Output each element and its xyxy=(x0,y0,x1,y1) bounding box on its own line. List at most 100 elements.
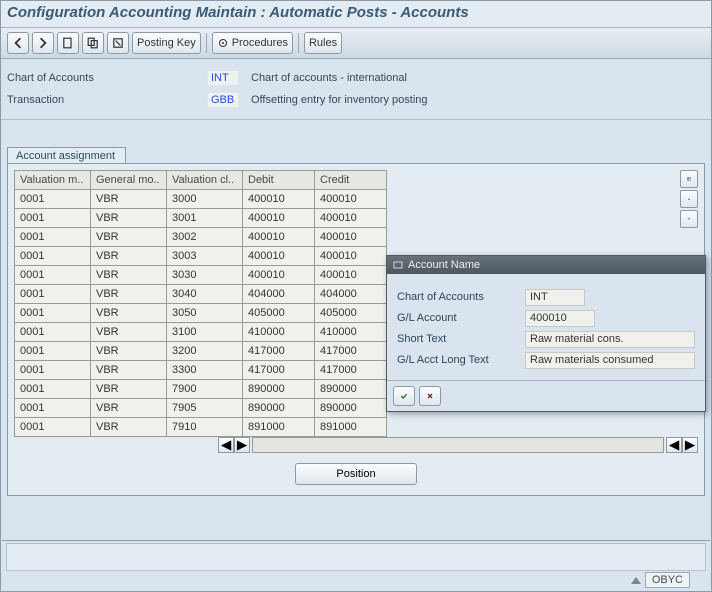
table-row[interactable]: 0001VBR3300417000417000 xyxy=(15,361,387,380)
scroll-right-end-button[interactable]: ▶ xyxy=(682,437,698,453)
cell[interactable]: 417000 xyxy=(315,342,387,361)
cell[interactable]: 0001 xyxy=(15,190,91,209)
cell[interactable]: 0001 xyxy=(15,247,91,266)
cell[interactable]: 3300 xyxy=(167,361,243,380)
cell[interactable]: VBR xyxy=(91,228,167,247)
cell[interactable]: 3100 xyxy=(167,323,243,342)
cell[interactable]: 410000 xyxy=(243,323,315,342)
cell[interactable]: 404000 xyxy=(315,285,387,304)
cell[interactable]: 3003 xyxy=(167,247,243,266)
cell[interactable]: 405000 xyxy=(243,304,315,323)
scroll-left-end-button[interactable]: ◀ xyxy=(666,437,682,453)
cell[interactable]: 400010 xyxy=(315,209,387,228)
cell[interactable]: 0001 xyxy=(15,418,91,437)
cell[interactable]: 417000 xyxy=(315,361,387,380)
cell[interactable]: 405000 xyxy=(315,304,387,323)
cell[interactable]: 400010 xyxy=(315,190,387,209)
cell[interactable]: VBR xyxy=(91,266,167,285)
cell[interactable]: 0001 xyxy=(15,304,91,323)
cell[interactable]: 0001 xyxy=(15,361,91,380)
table-row[interactable]: 0001VBR3100410000410000 xyxy=(15,323,387,342)
transaction-code[interactable]: GBB xyxy=(207,92,239,108)
table-row[interactable]: 0001VBR3000400010400010 xyxy=(15,190,387,209)
popup-long-text-value[interactable]: Raw materials consumed xyxy=(525,352,695,369)
cell[interactable]: 891000 xyxy=(243,418,315,437)
cell[interactable]: VBR xyxy=(91,342,167,361)
cell[interactable]: 400010 xyxy=(243,266,315,285)
popup-gl-account-value[interactable]: 400010 xyxy=(525,310,595,327)
scroll-up-button[interactable] xyxy=(680,190,698,208)
cell[interactable]: 0001 xyxy=(15,266,91,285)
cell[interactable]: VBR xyxy=(91,361,167,380)
table-row[interactable]: 0001VBR3200417000417000 xyxy=(15,342,387,361)
cell[interactable]: VBR xyxy=(91,399,167,418)
forward-button[interactable] xyxy=(32,32,54,54)
cell[interactable]: 410000 xyxy=(315,323,387,342)
scroll-left-button[interactable]: ◀ xyxy=(218,437,234,453)
popup-ok-button[interactable] xyxy=(393,386,415,406)
status-expand-icon[interactable] xyxy=(631,577,641,584)
cell[interactable]: VBR xyxy=(91,380,167,399)
cell[interactable]: 3002 xyxy=(167,228,243,247)
cell[interactable]: 890000 xyxy=(243,380,315,399)
popup-chart-value[interactable]: INT xyxy=(525,289,585,306)
col-debit[interactable]: Debit xyxy=(243,171,315,190)
cell[interactable]: 400010 xyxy=(315,266,387,285)
cell[interactable]: 400010 xyxy=(243,190,315,209)
cell[interactable]: 0001 xyxy=(15,209,91,228)
cell[interactable]: 400010 xyxy=(243,209,315,228)
rules-button[interactable]: Rules xyxy=(304,32,342,54)
col-credit[interactable]: Credit xyxy=(315,171,387,190)
scroll-right-button[interactable]: ▶ xyxy=(234,437,250,453)
posting-key-button[interactable]: Posting Key xyxy=(132,32,201,54)
cell[interactable]: 0001 xyxy=(15,228,91,247)
cell[interactable]: 7900 xyxy=(167,380,243,399)
cell[interactable]: 3040 xyxy=(167,285,243,304)
cell[interactable]: VBR xyxy=(91,323,167,342)
cell[interactable]: 890000 xyxy=(315,399,387,418)
cell[interactable]: VBR xyxy=(91,247,167,266)
cell[interactable]: 3000 xyxy=(167,190,243,209)
cell[interactable]: 3030 xyxy=(167,266,243,285)
popup-title-bar[interactable]: Account Name xyxy=(387,256,705,274)
new-button[interactable] xyxy=(57,32,79,54)
cell[interactable]: 400010 xyxy=(243,228,315,247)
table-row[interactable]: 0001VBR3002400010400010 xyxy=(15,228,387,247)
cell[interactable]: 3050 xyxy=(167,304,243,323)
cell[interactable]: 0001 xyxy=(15,323,91,342)
table-row[interactable]: 0001VBR3050405000405000 xyxy=(15,304,387,323)
popup-cancel-button[interactable] xyxy=(419,386,441,406)
col-valuation-mod[interactable]: Valuation m.. xyxy=(15,171,91,190)
position-button[interactable]: Position xyxy=(295,463,416,485)
cell[interactable]: 3200 xyxy=(167,342,243,361)
popup-short-text-value[interactable]: Raw material cons. xyxy=(525,331,695,348)
cell[interactable]: 7905 xyxy=(167,399,243,418)
cell[interactable]: VBR xyxy=(91,418,167,437)
table-row[interactable]: 0001VBR7900890000890000 xyxy=(15,380,387,399)
cell[interactable]: 400010 xyxy=(315,247,387,266)
cell[interactable]: 890000 xyxy=(315,380,387,399)
col-general-mod[interactable]: General mo.. xyxy=(91,171,167,190)
cell[interactable]: 0001 xyxy=(15,399,91,418)
table-row[interactable]: 0001VBR7905890000890000 xyxy=(15,399,387,418)
chart-of-accounts-code[interactable]: INT xyxy=(207,70,239,86)
cell[interactable]: 3001 xyxy=(167,209,243,228)
cell[interactable]: VBR xyxy=(91,285,167,304)
cell[interactable]: VBR xyxy=(91,190,167,209)
delete-button[interactable] xyxy=(107,32,129,54)
tab-account-assignment[interactable]: Account assignment xyxy=(7,147,126,164)
cell[interactable]: 7910 xyxy=(167,418,243,437)
cell[interactable]: 0001 xyxy=(15,380,91,399)
cell[interactable]: 400010 xyxy=(315,228,387,247)
col-valuation-class[interactable]: Valuation cl.. xyxy=(167,171,243,190)
cell[interactable]: 400010 xyxy=(243,247,315,266)
procedures-button[interactable]: Procedures xyxy=(212,32,293,54)
cell[interactable]: VBR xyxy=(91,209,167,228)
cell[interactable]: 890000 xyxy=(243,399,315,418)
table-row[interactable]: 0001VBR3040404000404000 xyxy=(15,285,387,304)
cell[interactable]: 417000 xyxy=(243,342,315,361)
configure-columns-button[interactable] xyxy=(680,170,698,188)
back-button[interactable] xyxy=(7,32,29,54)
table-row[interactable]: 0001VBR3003400010400010 xyxy=(15,247,387,266)
table-row[interactable]: 0001VBR3001400010400010 xyxy=(15,209,387,228)
